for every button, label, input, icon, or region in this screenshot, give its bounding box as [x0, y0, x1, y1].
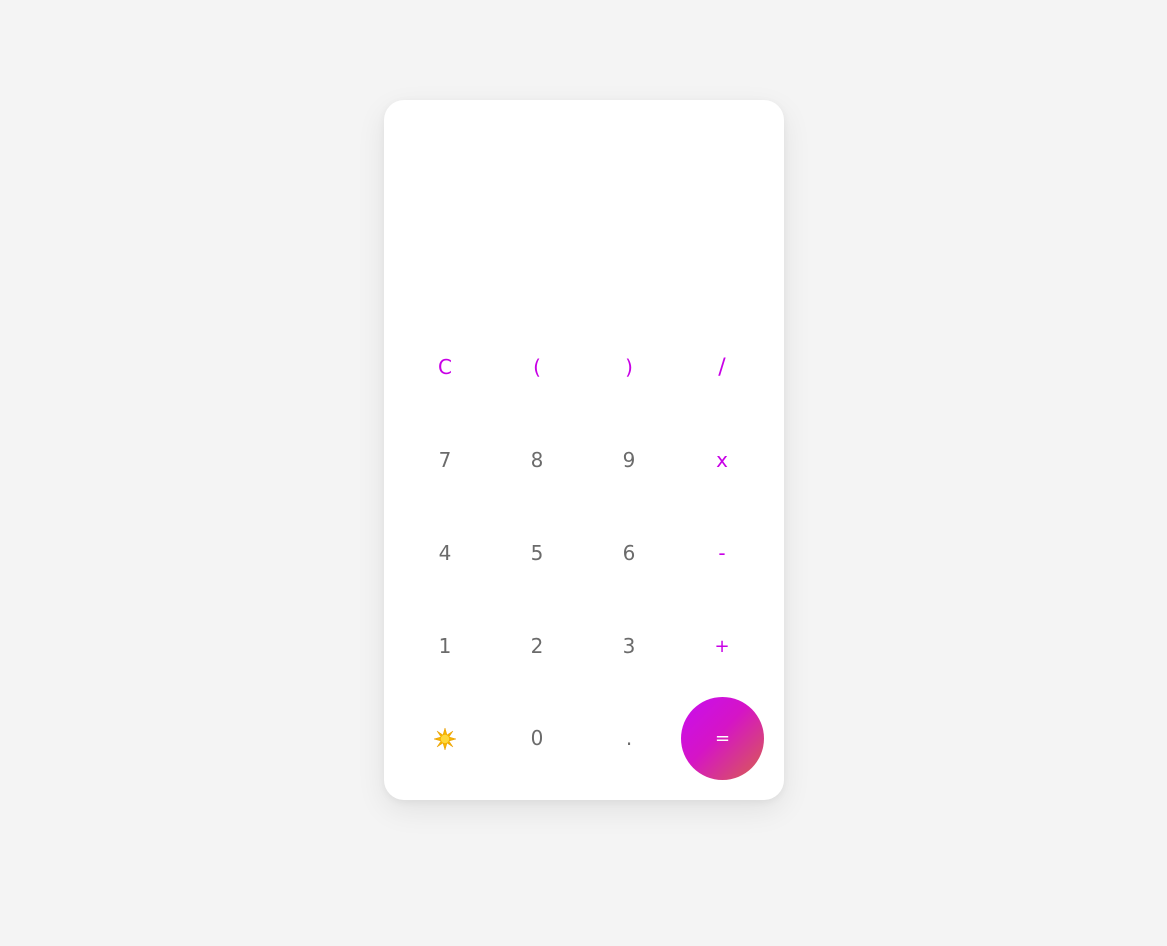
- digit-8-button[interactable]: 8: [497, 420, 577, 500]
- theme-toggle-button[interactable]: [405, 699, 485, 779]
- equals-button[interactable]: =: [681, 697, 764, 780]
- clear-button[interactable]: C: [405, 327, 485, 407]
- divide-button[interactable]: /: [682, 327, 762, 407]
- open-paren-button[interactable]: (: [497, 327, 577, 407]
- digit-5-button[interactable]: 5: [497, 513, 577, 593]
- digit-4-button[interactable]: 4: [405, 513, 485, 593]
- calculator-display: [404, 120, 764, 320]
- decimal-button[interactable]: .: [589, 698, 669, 778]
- calculator-card: C ( ) / 7 8 9 x 4 5 6 - 1 2 3 + 0 . =: [384, 100, 784, 800]
- multiply-button[interactable]: x: [682, 420, 762, 500]
- minus-button[interactable]: -: [682, 513, 762, 593]
- close-paren-button[interactable]: ): [589, 327, 669, 407]
- digit-7-button[interactable]: 7: [405, 420, 485, 500]
- digit-2-button[interactable]: 2: [497, 606, 577, 686]
- digit-1-button[interactable]: 1: [405, 606, 485, 686]
- digit-0-button[interactable]: 0: [497, 698, 577, 778]
- digit-3-button[interactable]: 3: [589, 606, 669, 686]
- sun-icon: [434, 728, 456, 750]
- plus-button[interactable]: +: [682, 606, 762, 686]
- digit-9-button[interactable]: 9: [589, 420, 669, 500]
- digit-6-button[interactable]: 6: [589, 513, 669, 593]
